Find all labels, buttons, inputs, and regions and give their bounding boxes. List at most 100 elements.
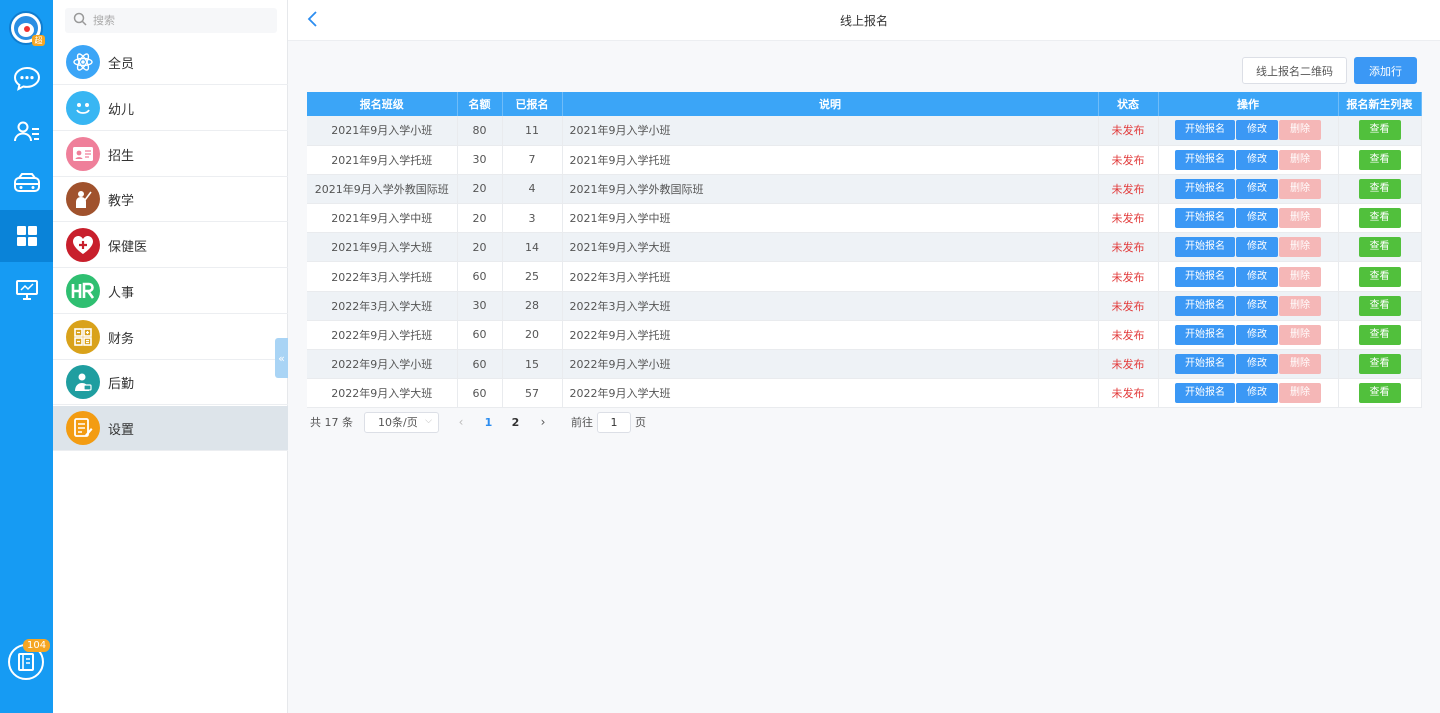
sidebar-item-enrollment[interactable]: 招生 [53, 132, 288, 177]
view-button[interactable]: 查看 [1358, 178, 1401, 199]
start-enrollment-button[interactable]: 开始报名 [1175, 295, 1235, 316]
start-enrollment-button[interactable]: 开始报名 [1175, 383, 1235, 404]
user-avatar[interactable]: 超 [9, 11, 45, 46]
cell-student-list: 查看 [1338, 261, 1422, 292]
prev-page-icon[interactable]: ‹ [447, 415, 475, 429]
delete-button[interactable]: 删除 [1279, 149, 1321, 170]
edit-button[interactable]: 修改 [1236, 295, 1278, 316]
cell-quota: 60 [457, 378, 503, 409]
view-button[interactable]: 查看 [1358, 295, 1401, 316]
goto-page-input[interactable] [597, 411, 631, 433]
calculator-icon [66, 320, 100, 354]
cell-quota: 20 [457, 232, 503, 263]
atom-icon [66, 45, 100, 79]
view-button[interactable]: 查看 [1358, 149, 1401, 170]
page-size-select[interactable]: 10条/页 ⌵ [364, 411, 439, 433]
cell-class: 2021年9月入学中班 [307, 203, 458, 234]
bus-icon[interactable] [0, 158, 53, 210]
delete-button[interactable]: 删除 [1279, 208, 1321, 229]
start-enrollment-button[interactable]: 开始报名 [1175, 178, 1235, 199]
delete-button[interactable]: 删除 [1279, 178, 1321, 199]
collapse-sidebar-button[interactable]: « [275, 338, 288, 378]
edit-button[interactable]: 修改 [1236, 383, 1278, 404]
sidebar-item-all-staff[interactable]: 全员 [53, 40, 288, 85]
sidebar-item-finance[interactable]: 财务 [53, 315, 288, 360]
column-header-description: 说明 [562, 92, 1099, 116]
cell-class: 2022年9月入学大班 [307, 378, 458, 409]
sidebar-item-label: 财务 [108, 331, 135, 347]
delete-button[interactable]: 删除 [1279, 120, 1321, 141]
table-row: 2021年9月入学外教国际班 20 4 2021年9月入学外教国际班 未发布 开始报名 修改… [307, 174, 1422, 205]
id-card-icon [66, 137, 100, 171]
start-enrollment-button[interactable]: 开始报名 [1175, 208, 1235, 229]
page-number[interactable]: 1 [475, 416, 502, 429]
view-button[interactable]: 查看 [1358, 208, 1401, 229]
delete-button[interactable]: 删除 [1279, 383, 1321, 404]
cell-class: 2021年9月入学小班 [307, 116, 458, 146]
edit-button[interactable]: 修改 [1236, 324, 1278, 345]
sidebar-item-label: 招生 [108, 148, 135, 164]
sidebar-item-hr[interactable]: 人事 [53, 269, 288, 314]
start-enrollment-button[interactable]: 开始报名 [1175, 120, 1235, 141]
cell-enrolled: 7 [502, 145, 563, 175]
start-enrollment-button[interactable]: 开始报名 [1175, 266, 1235, 287]
view-button[interactable]: 查看 [1358, 324, 1401, 345]
column-header-student-list: 报名新生列表 [1338, 92, 1422, 116]
column-header-class: 报名班级 [307, 92, 458, 116]
delete-button[interactable]: 删除 [1279, 354, 1321, 375]
cell-enrolled: 57 [502, 378, 563, 409]
sidebar-item-children[interactable]: 幼儿 [53, 86, 288, 131]
page-number[interactable]: 2 [502, 416, 529, 429]
sidebar-item-health[interactable]: 保健医 [53, 223, 288, 268]
view-button[interactable]: 查看 [1358, 383, 1401, 404]
cell-status: 未发布 [1098, 145, 1159, 175]
apps-grid-icon[interactable] [0, 210, 53, 262]
sidebar-item-settings[interactable]: 设置 [53, 406, 288, 451]
search-box[interactable] [65, 8, 277, 33]
delete-button[interactable]: 删除 [1279, 295, 1321, 316]
start-enrollment-button[interactable]: 开始报名 [1175, 354, 1235, 375]
contacts-icon[interactable] [0, 106, 53, 158]
start-enrollment-button[interactable]: 开始报名 [1175, 324, 1235, 345]
edit-button[interactable]: 修改 [1236, 208, 1278, 229]
view-button[interactable]: 查看 [1358, 354, 1401, 375]
table-row: 2022年3月入学大班 30 28 2022年3月入学大班 未发布 开始报名 修改 删除 查看 [307, 291, 1422, 321]
sidebar-item-label: 教学 [108, 193, 135, 209]
sidebar-item-label: 全员 [108, 56, 135, 72]
view-button[interactable]: 查看 [1358, 237, 1401, 258]
edit-button[interactable]: 修改 [1236, 149, 1278, 170]
view-button[interactable]: 查看 [1358, 266, 1401, 287]
edit-button[interactable]: 修改 [1236, 237, 1278, 258]
cell-student-list: 查看 [1338, 378, 1422, 409]
delete-button[interactable]: 删除 [1279, 237, 1321, 258]
cell-actions: 开始报名 修改 删除 [1158, 261, 1339, 292]
goto-suffix: 页 [635, 416, 646, 429]
sidebar-item-logistics[interactable]: 后勤 [53, 360, 288, 405]
page-title: 线上报名 [839, 14, 888, 28]
add-row-button[interactable]: 添加行 [1354, 57, 1417, 84]
sidebar-item-teaching[interactable]: 教学 [53, 177, 288, 222]
sidebar-item-label: 设置 [108, 422, 135, 438]
start-enrollment-button[interactable]: 开始报名 [1175, 237, 1235, 258]
edit-button[interactable]: 修改 [1236, 178, 1278, 199]
cell-quota: 60 [457, 320, 503, 351]
search-input[interactable] [93, 14, 273, 27]
delete-button[interactable]: 删除 [1279, 266, 1321, 287]
edit-button[interactable]: 修改 [1236, 266, 1278, 287]
cell-class: 2022年9月入学托班 [307, 320, 458, 351]
monitor-icon[interactable] [0, 264, 53, 316]
table-row: 2021年9月入学托班 30 7 2021年9月入学托班 未发布 开始报名 修改 删除 查看 [307, 145, 1422, 175]
delete-button[interactable]: 删除 [1279, 324, 1321, 345]
cell-student-list: 查看 [1338, 349, 1422, 380]
table-row: 2022年3月入学托班 60 25 2022年3月入学托班 未发布 开始报名 修改 删除 查看 [307, 261, 1422, 292]
qr-code-button[interactable]: 线上报名二维码 [1242, 57, 1347, 84]
cell-quota: 60 [457, 349, 503, 380]
next-page-icon[interactable]: › [529, 415, 557, 429]
view-button[interactable]: 查看 [1358, 120, 1401, 141]
cell-student-list: 查看 [1338, 174, 1422, 205]
edit-button[interactable]: 修改 [1236, 354, 1278, 375]
chat-icon[interactable] [0, 52, 53, 104]
start-enrollment-button[interactable]: 开始报名 [1175, 149, 1235, 170]
edit-button[interactable]: 修改 [1236, 120, 1278, 141]
cell-class: 2022年3月入学大班 [307, 291, 458, 321]
